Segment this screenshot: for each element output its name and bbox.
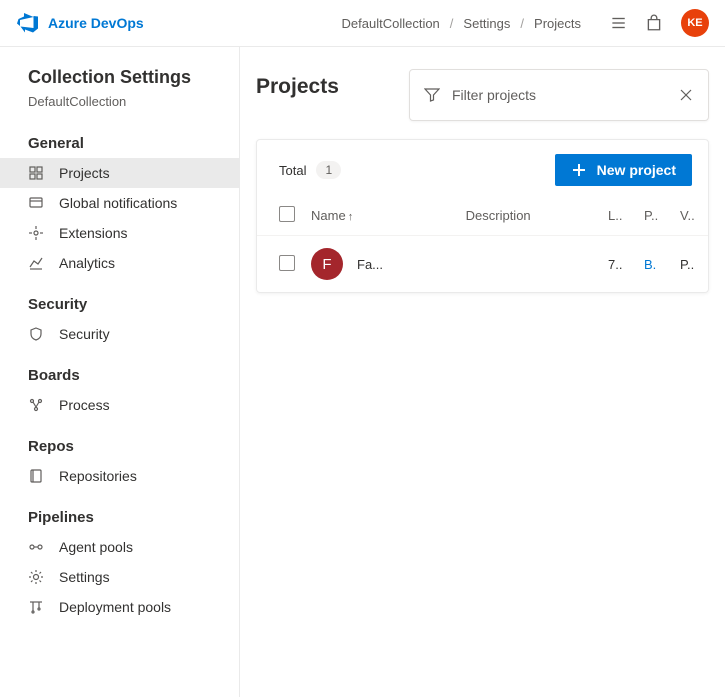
project-description [458, 236, 600, 293]
shield-icon [28, 326, 44, 342]
close-icon[interactable] [678, 87, 694, 103]
brand-area[interactable]: Azure DevOps [16, 11, 144, 35]
sidebar-group-title: Security [0, 288, 239, 319]
sidebar-item-deployment-pools[interactable]: Deployment pools [0, 592, 239, 622]
page-title: Projects [256, 69, 339, 99]
gear-icon [28, 569, 44, 585]
sidebar-item-label: Analytics [59, 255, 115, 271]
row-checkbox[interactable] [279, 255, 295, 271]
brand-text: Azure DevOps [48, 15, 144, 31]
sidebar-title: Collection Settings [0, 67, 239, 92]
sidebar-item-settings[interactable]: Settings [0, 562, 239, 592]
sidebar-group-title: Pipelines [0, 501, 239, 532]
sidebar-group-title: General [0, 127, 239, 158]
sidebar-item-repositories[interactable]: Repositories [0, 461, 239, 491]
sidebar-group-title: Repos [0, 430, 239, 461]
sidebar-item-label: Settings [59, 569, 110, 585]
projects-table-card: Total 1 New project Name↑ Description L.… [256, 139, 709, 293]
sidebar-item-label: Process [59, 397, 110, 413]
project-avatar: F [311, 248, 343, 280]
repo-icon [28, 468, 44, 484]
project-visibility: P.. [672, 236, 708, 293]
sidebar-item-analytics[interactable]: Analytics [0, 248, 239, 278]
filter-projects-input[interactable]: Filter projects [409, 69, 709, 121]
deploy-icon [28, 599, 44, 615]
column-description[interactable]: Description [458, 200, 600, 236]
column-visibility[interactable]: V.. [672, 200, 708, 236]
sidebar-item-agent-pools[interactable]: Agent pools [0, 532, 239, 562]
sidebar-item-label: Security [59, 326, 110, 342]
projects-table: Name↑ Description L.. P.. V.. F Fa... 7..B… [257, 200, 708, 292]
breadcrumb-item[interactable]: Projects [534, 16, 581, 31]
breadcrumb-sep: / [450, 16, 454, 31]
column-process[interactable]: P.. [636, 200, 672, 236]
select-all-checkbox[interactable] [279, 206, 295, 222]
new-project-button[interactable]: New project [555, 154, 692, 186]
process-icon [28, 397, 44, 413]
azure-devops-logo-icon [16, 11, 40, 35]
table-row[interactable]: F Fa... 7..B.P.. [257, 236, 708, 293]
breadcrumb-sep: / [520, 16, 524, 31]
sidebar-item-label: Projects [59, 165, 110, 181]
sidebar-item-process[interactable]: Process [0, 390, 239, 420]
sort-asc-icon: ↑ [348, 211, 354, 223]
user-avatar[interactable]: KE [681, 9, 709, 37]
project-process[interactable]: B. [636, 236, 672, 293]
breadcrumb-item[interactable]: Settings [463, 16, 510, 31]
header-actions: KE [609, 9, 709, 37]
sidebar-item-security[interactable]: Security [0, 319, 239, 349]
sidebar-item-global-notifications[interactable]: Global notifications [0, 188, 239, 218]
sidebar-item-label: Extensions [59, 225, 127, 241]
sidebar-item-projects[interactable]: Projects [0, 158, 239, 188]
analytics-icon [28, 255, 44, 271]
sidebar-group-title: Boards [0, 359, 239, 390]
sidebar-item-extensions[interactable]: Extensions [0, 218, 239, 248]
sidebar-item-label: Repositories [59, 468, 137, 484]
filter-placeholder: Filter projects [452, 87, 536, 103]
breadcrumb-item[interactable]: DefaultCollection [342, 16, 440, 31]
collection-name: DefaultCollection [0, 92, 239, 127]
list-icon[interactable] [609, 14, 627, 32]
project-last: 7.. [600, 236, 636, 293]
column-name[interactable]: Name↑ [303, 200, 458, 236]
total-label: Total [279, 163, 306, 178]
top-header: Azure DevOps DefaultCollection / Setting… [0, 0, 725, 47]
sidebar-item-label: Agent pools [59, 539, 133, 555]
filter-icon [424, 87, 440, 103]
extensions-icon [28, 225, 44, 241]
sidebar: Collection Settings DefaultCollection Ge… [0, 47, 240, 697]
total-count-badge: 1 [316, 161, 341, 179]
shopping-bag-icon[interactable] [645, 14, 663, 32]
column-last[interactable]: L.. [600, 200, 636, 236]
project-name: Fa... [357, 257, 383, 272]
sidebar-item-label: Deployment pools [59, 599, 171, 615]
breadcrumb: DefaultCollection / Settings / Projects [342, 16, 581, 31]
plus-icon [571, 162, 587, 178]
main-content: Projects Filter projects Total 1 New pro… [240, 47, 725, 697]
notifications-icon [28, 195, 44, 211]
projects-icon [28, 165, 44, 181]
agent-icon [28, 539, 44, 555]
sidebar-item-label: Global notifications [59, 195, 177, 211]
